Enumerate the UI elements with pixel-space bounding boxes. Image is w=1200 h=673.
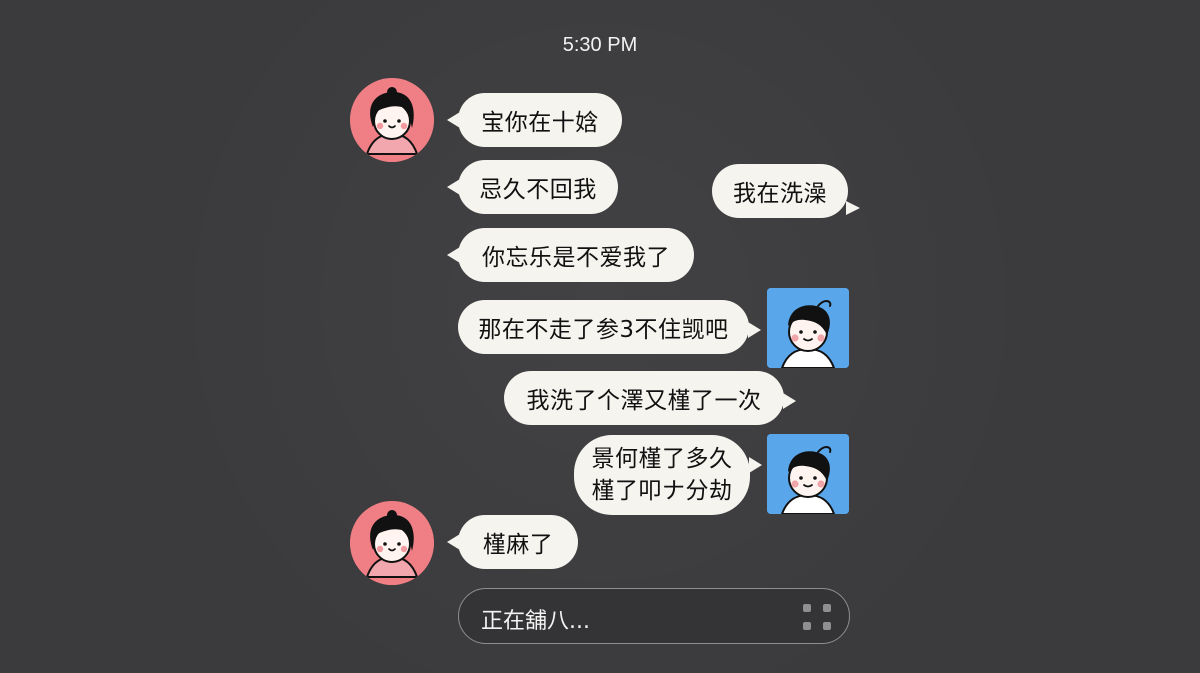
message-bubble-8[interactable]: 槿麻了: [447, 515, 578, 569]
status-time: 5:30 PM: [562, 34, 638, 56]
message-text-1: 宝你在十娢: [481, 110, 599, 136]
chat-screen: 5:30 PM 宝你在十娢 忌久不回我 我在洗澡 你忘乐是不爱我了 那在不走了参…: [0, 0, 1200, 673]
scan-icon[interactable]: [803, 604, 831, 630]
message-bubble-5[interactable]: 那在不走了参3不住觊吧: [458, 300, 761, 354]
message-line-7b: 槿了叩ナ分劫: [591, 478, 733, 504]
composer-input-text[interactable]: 正在舖八...: [481, 603, 590, 635]
message-line-7a: 景何槿了多久: [591, 446, 733, 472]
message-text-4: 你忘乐是不爱我了: [482, 245, 670, 271]
message-text-5: 那在不走了参3不住觊吧: [478, 317, 729, 343]
message-composer[interactable]: 正在舖八...: [458, 588, 850, 644]
message-bubble-2[interactable]: 忌久不回我: [447, 160, 618, 214]
message-bubble-1[interactable]: 宝你在十娢: [447, 93, 622, 147]
boy-avatar-icon[interactable]: [767, 288, 849, 368]
message-bubble-6[interactable]: 我洗了个澤又槿了一次: [504, 371, 796, 425]
message-text-3: 我在洗澡: [733, 181, 827, 207]
message-text-8: 槿麻了: [482, 532, 554, 558]
message-text-2: 忌久不回我: [479, 177, 597, 203]
message-bubble-4[interactable]: 你忘乐是不爱我了: [447, 228, 694, 282]
message-bubble-3[interactable]: 我在洗澡: [712, 164, 860, 218]
girl-avatar-icon[interactable]: [350, 78, 434, 162]
message-bubble-7[interactable]: 景何槿了多久 槿了叩ナ分劫: [574, 435, 762, 515]
girl-avatar-icon[interactable]: [350, 501, 434, 585]
message-text-6: 我洗了个澤又槿了一次: [526, 388, 762, 414]
boy-avatar-icon[interactable]: [767, 434, 849, 514]
